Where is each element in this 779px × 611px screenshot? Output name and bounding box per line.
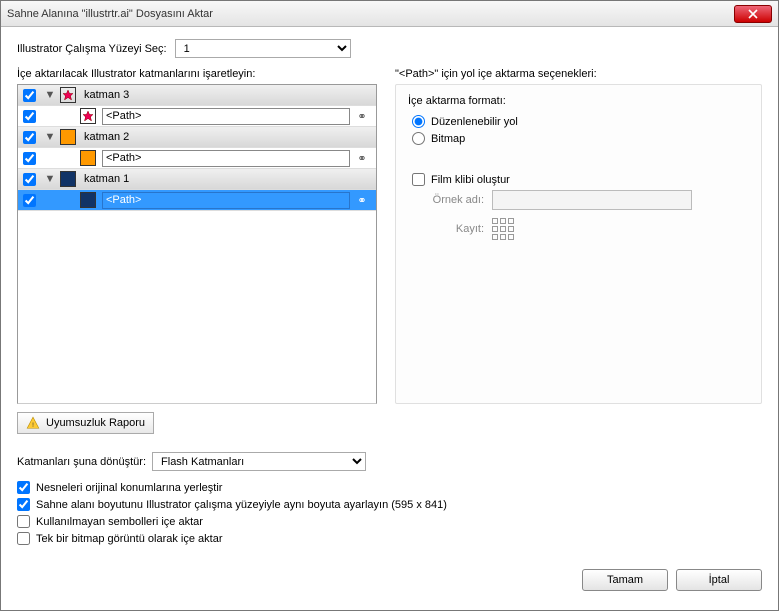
convert-layers-select[interactable]: Flash Katmanları	[152, 452, 366, 471]
collapse-toggle[interactable]: ▼	[40, 89, 60, 101]
stage-size-checkbox[interactable]	[17, 498, 30, 511]
registration-label: Kayıt:	[424, 223, 484, 235]
orig-position-checkbox[interactable]	[17, 481, 30, 494]
layer-checkbox[interactable]	[23, 131, 36, 144]
layer-checkbox[interactable]	[23, 152, 36, 165]
layer-name: katman 2	[82, 131, 376, 143]
layer-row[interactable]: ▼ katman 1	[18, 169, 376, 190]
layer-checkbox[interactable]	[23, 110, 36, 123]
convert-layers-label: Katmanları şuna dönüştür:	[17, 456, 146, 468]
options-title: "<Path>" için yol içe aktarma seçenekler…	[395, 68, 762, 80]
ok-button[interactable]: Tamam	[582, 569, 668, 591]
close-button[interactable]	[734, 5, 772, 23]
radio-bitmap[interactable]	[412, 132, 425, 145]
link-icon: ⚭	[350, 152, 374, 165]
instance-name-label: Örnek adı:	[424, 194, 484, 206]
collapse-toggle[interactable]: ▼	[40, 173, 60, 185]
instance-name-input	[492, 190, 692, 210]
layer-checkbox[interactable]	[23, 89, 36, 102]
create-movieclip-checkbox[interactable]	[412, 173, 425, 186]
layer-row[interactable]: <Path> ⚭	[18, 190, 376, 211]
radio-editable-path[interactable]	[412, 115, 425, 128]
link-icon: ⚭	[350, 110, 374, 123]
layer-swatch-icon	[60, 171, 76, 187]
layer-checkbox[interactable]	[23, 173, 36, 186]
incompatibility-report-button[interactable]: ! Uyumsuzluk Raporu	[17, 412, 154, 434]
registration-grid	[492, 218, 514, 240]
cancel-button[interactable]: İptal	[676, 569, 762, 591]
layer-name[interactable]: <Path>	[106, 194, 141, 206]
collapse-toggle[interactable]: ▼	[40, 131, 60, 143]
layer-name[interactable]: <Path>	[106, 152, 141, 164]
titlebar: Sahne Alanına "illustrtr.ai" Dosyasını A…	[1, 1, 778, 27]
layer-list[interactable]: ▼ katman 3 <Path> ⚭ ▼ katman 2	[17, 84, 377, 404]
link-icon: ⚭	[350, 194, 374, 207]
artboard-label: Illustrator Çalışma Yüzeyi Seç:	[17, 43, 167, 55]
layer-swatch-icon	[60, 129, 76, 145]
import-options-panel: İçe aktarma formatı: Düzenlenebilir yol …	[395, 84, 762, 404]
close-icon	[748, 9, 758, 19]
window-title: Sahne Alanına "illustrtr.ai" Dosyasını A…	[7, 8, 734, 20]
artboard-select[interactable]: 1	[175, 39, 351, 58]
layer-row[interactable]: ▼ katman 2	[18, 127, 376, 148]
layer-swatch-icon	[80, 108, 96, 124]
layer-swatch-icon	[80, 192, 96, 208]
layers-section-label: İçe aktarılacak Illustrator katmanlarını…	[17, 68, 377, 80]
unused-symbols-checkbox[interactable]	[17, 515, 30, 528]
single-bitmap-checkbox[interactable]	[17, 532, 30, 545]
layer-name: katman 1	[82, 173, 376, 185]
layer-name[interactable]: <Path>	[106, 110, 141, 122]
svg-text:!: !	[32, 422, 34, 429]
warning-icon: !	[26, 416, 40, 430]
layer-swatch-icon	[80, 150, 96, 166]
layer-checkbox[interactable]	[23, 194, 36, 207]
layer-swatch-icon	[60, 87, 76, 103]
format-label: İçe aktarma formatı:	[408, 95, 749, 107]
layer-row[interactable]: <Path> ⚭	[18, 106, 376, 127]
layer-row[interactable]: <Path> ⚭	[18, 148, 376, 169]
layer-row[interactable]: ▼ katman 3	[18, 85, 376, 106]
layer-name: katman 3	[82, 89, 376, 101]
